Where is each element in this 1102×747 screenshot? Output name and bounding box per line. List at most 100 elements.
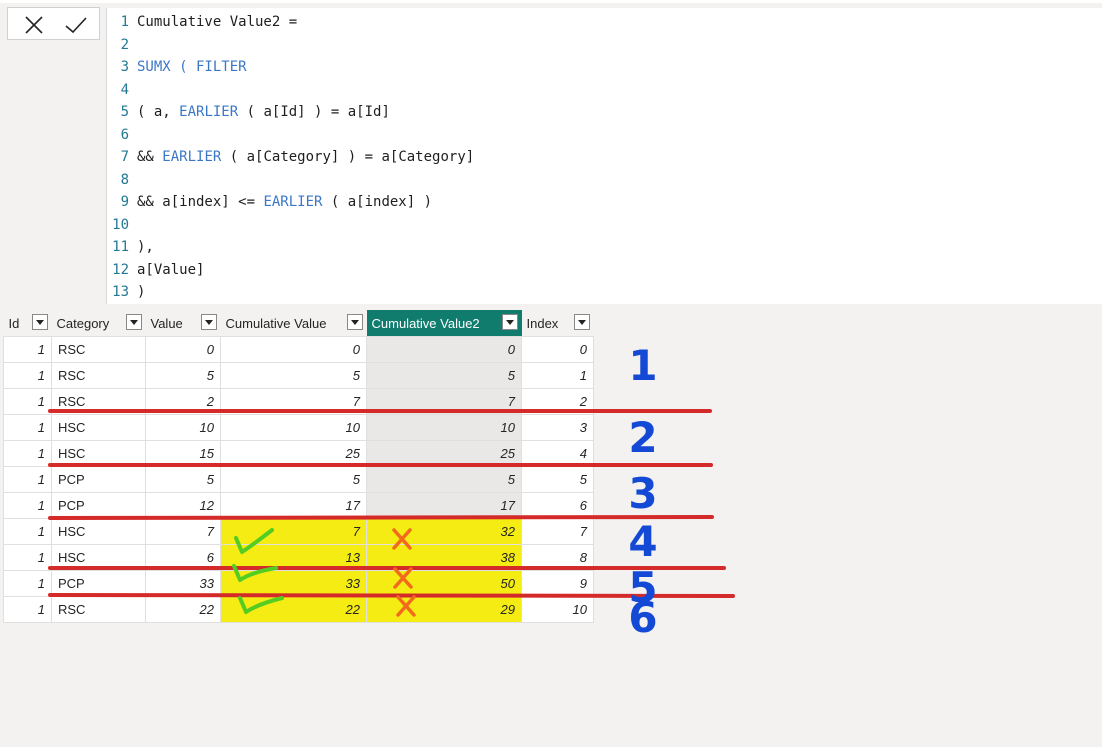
filter-dropdown-icon[interactable] xyxy=(573,314,590,330)
table-row: 1 RSC 0 0 0 0 xyxy=(3,336,594,363)
formula-line: 11), xyxy=(107,236,154,258)
formula-code: ) xyxy=(137,281,145,303)
column-header-cumulative-value2[interactable]: Cumulative Value2 xyxy=(366,310,522,337)
formula-code: && a[index] <= EARLIER ( a[index] ) xyxy=(137,191,432,213)
cell-value: 5 xyxy=(145,466,221,493)
cell-cumulative-value: 7 xyxy=(220,518,367,545)
cell-id: 1 xyxy=(3,492,52,519)
column-header-value[interactable]: Value xyxy=(145,310,221,337)
column-header-cumulative-value[interactable]: Cumulative Value xyxy=(220,310,367,337)
group-number: 4 xyxy=(628,517,657,566)
column-header-index[interactable]: Index xyxy=(521,310,594,337)
cell-index: 4 xyxy=(521,440,594,467)
line-number: 4 xyxy=(120,82,129,98)
column-header-label: Value xyxy=(150,316,183,332)
group-number: 1 xyxy=(628,341,657,390)
table-row: 1 PCP 5 5 5 5 xyxy=(3,466,594,493)
formula-line: 3 SUMX ( FILTER xyxy=(107,56,247,78)
cell-index: 3 xyxy=(521,414,594,441)
cell-category: RSC xyxy=(51,596,146,623)
table-row: 1 PCP 12 17 17 6 xyxy=(3,492,594,519)
formula-line: 12 a[Value] xyxy=(107,259,204,281)
close-icon[interactable] xyxy=(23,14,45,36)
table-header-row: Id Category Value Cumulative Value Cumulativ… xyxy=(3,310,594,337)
column-header-label: Index xyxy=(526,316,559,332)
table-row: 1 HSC 10 10 10 3 xyxy=(3,414,594,441)
formula-line: 2 xyxy=(107,34,137,56)
cell-cumulative-value: 5 xyxy=(220,362,367,389)
formula-text: && a[index] <= xyxy=(137,194,264,210)
line-number: 1 xyxy=(120,14,129,30)
cell-category: HSC xyxy=(51,544,146,571)
cell-index: 0 xyxy=(521,336,594,363)
formula-text: a[Value] xyxy=(137,262,205,278)
cell-cumulative-value2: 5 xyxy=(366,362,522,389)
formula-text: Cumulative Value2 = xyxy=(137,14,298,30)
formula-text: ) xyxy=(137,284,146,300)
line-number: 13 xyxy=(112,284,129,300)
cell-id: 1 xyxy=(3,518,52,545)
cell-index: 7 xyxy=(521,518,594,545)
formula-line: 8 xyxy=(107,169,137,191)
cell-id: 1 xyxy=(3,414,52,441)
formula-text: && xyxy=(137,149,163,165)
formula-line: 5 ( a, EARLIER ( a[Id] ) = a[Id] xyxy=(107,101,390,123)
filter-dropdown-icon[interactable] xyxy=(31,314,48,330)
column-header-category[interactable]: Category xyxy=(51,310,146,337)
cell-value: 33 xyxy=(145,570,221,597)
cell-value: 2 xyxy=(145,388,221,415)
formula-editor[interactable]: 1 Cumulative Value2 = 2 3 SUMX ( FILTER 4 5 ( a… xyxy=(106,8,1102,304)
group-number: 3 xyxy=(628,469,657,518)
cell-id: 1 xyxy=(3,596,52,623)
filter-dropdown-icon[interactable] xyxy=(346,314,363,330)
cell-category: PCP xyxy=(51,466,146,493)
formula-code: SUMX ( FILTER xyxy=(137,56,247,78)
formula-keyword: EARLIER xyxy=(263,194,323,210)
formula-code: && EARLIER ( a[Category] ) = a[Category] xyxy=(137,146,474,168)
top-bar xyxy=(0,0,1102,3)
cell-cumulative-value2: 38 xyxy=(366,544,522,571)
formula-line: 10 xyxy=(107,214,137,236)
cell-index: 8 xyxy=(521,544,594,571)
cell-category: PCP xyxy=(51,570,146,597)
line-number: 10 xyxy=(112,217,129,233)
formula-text: ( a[Id] ) = a[Id] xyxy=(238,104,390,120)
line-number: 9 xyxy=(120,194,129,210)
line-number: 8 xyxy=(120,172,129,188)
cell-index: 2 xyxy=(521,388,594,415)
check-icon[interactable] xyxy=(63,14,89,36)
column-header-id[interactable]: Id xyxy=(3,310,52,337)
formula-code: Cumulative Value2 = xyxy=(137,11,297,33)
cell-category: RSC xyxy=(51,362,146,389)
line-number: 11 xyxy=(112,239,129,255)
cell-value: 10 xyxy=(145,414,221,441)
cell-index: 10 xyxy=(521,596,594,623)
filter-dropdown-icon[interactable] xyxy=(501,314,518,330)
filter-dropdown-icon[interactable] xyxy=(200,314,217,330)
cell-category: HSC xyxy=(51,440,146,467)
formula-line: 13) xyxy=(107,281,145,303)
table-row: 1 RSC 5 5 5 1 xyxy=(3,362,594,389)
line-number: 6 xyxy=(120,127,129,143)
formula-code: a[Value] xyxy=(137,259,204,281)
formula-keyword: SUMX ( FILTER xyxy=(137,59,247,75)
line-number: 12 xyxy=(112,262,129,278)
formula-text: ( a, xyxy=(137,104,180,120)
cell-category: RSC xyxy=(51,336,146,363)
cell-value: 0 xyxy=(145,336,221,363)
column-header-label: Cumulative Value2 xyxy=(371,316,480,332)
cell-index: 9 xyxy=(521,570,594,597)
formula-line: 4 xyxy=(107,79,137,101)
filter-dropdown-icon[interactable] xyxy=(125,314,142,330)
cell-cumulative-value: 10 xyxy=(220,414,367,441)
formula-line: 9 && a[index] <= EARLIER ( a[index] ) xyxy=(107,191,432,213)
cell-value: 5 xyxy=(145,362,221,389)
line-number: 5 xyxy=(120,104,129,120)
cell-cumulative-value: 25 xyxy=(220,440,367,467)
formula-text: ), xyxy=(137,239,154,255)
column-header-label: Cumulative Value xyxy=(225,316,327,332)
column-header-label: Id xyxy=(8,316,20,332)
cell-index: 5 xyxy=(521,466,594,493)
cell-category: RSC xyxy=(51,388,146,415)
formula-text: ( a[index] ) xyxy=(322,194,433,210)
